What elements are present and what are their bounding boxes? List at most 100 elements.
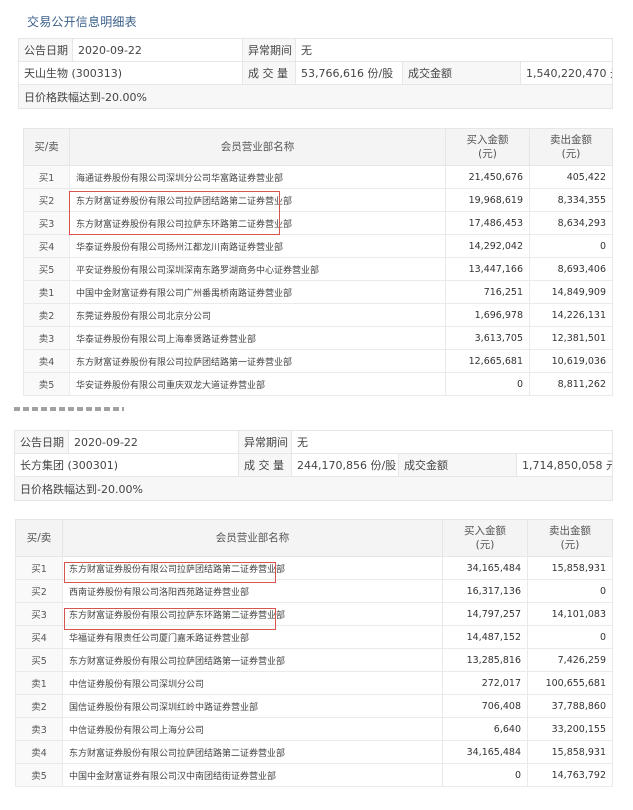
buy-amount-cell: 6,640: [442, 717, 528, 741]
volume-value: 244,170,856 份/股: [291, 453, 399, 477]
side-cell: 买3: [23, 211, 70, 235]
branch-name-cell[interactable]: 华泰证券股份有限公司扬州江都龙川南路证券营业部: [69, 234, 446, 258]
buy-amount-cell: 1,696,978: [445, 303, 530, 327]
sell-amount-cell: 15,858,931: [527, 740, 613, 764]
side-cell: 买3: [15, 602, 63, 626]
sell-amount-cell: 14,101,083: [527, 602, 613, 626]
buy-amount-cell: 14,797,257: [442, 602, 528, 626]
sell-amount-cell: 0: [527, 625, 613, 649]
buy-amount-cell: 716,251: [445, 280, 530, 304]
buy-amount-header: 买入金额 (元): [442, 519, 528, 557]
side-cell: 买1: [23, 165, 70, 189]
branch-name-cell[interactable]: 华福证券有限责任公司厦门嘉禾路证券营业部: [62, 625, 443, 649]
announce-date-value: 2020-09-22: [72, 38, 243, 62]
buy-amount-cell: 13,285,816: [442, 648, 528, 672]
table-row: 买4 华泰证券股份有限公司扬州江都龙川南路证券营业部 14,292,042 0: [23, 234, 613, 258]
buy-amount-cell: 0: [442, 763, 528, 787]
deals-table-2: 买/卖 会员营业部名称 买入金额 (元) 卖出金额 (元) 买1 东方财富证券股份…: [15, 519, 613, 787]
branch-name-cell[interactable]: 东方财富证券股份有限公司拉萨团结路第二证券营业部: [62, 740, 443, 764]
branch-name-cell[interactable]: 国信证券股份有限公司深圳红岭中路证券营业部: [62, 694, 443, 718]
sell-amount-cell: 14,763,792: [527, 763, 613, 787]
buy-amount-cell: 21,450,676: [445, 165, 530, 189]
sell-amount-cell: 12,381,501: [529, 326, 613, 350]
side-cell: 买2: [23, 188, 70, 212]
buy-amount-cell: 14,292,042: [445, 234, 530, 258]
table-row: 买2 西南证券股份有限公司洛阳西苑路证券营业部 16,317,136 0: [15, 579, 613, 603]
sell-amount-cell: 0: [529, 234, 613, 258]
stock-name[interactable]: 长方集团 (300301): [14, 453, 239, 477]
buy-amount-cell: 706,408: [442, 694, 528, 718]
section-divider: [14, 407, 124, 411]
branch-header: 会员营业部名称: [62, 519, 443, 557]
side-cell: 卖3: [15, 717, 63, 741]
branch-name-cell[interactable]: 东方财富证券股份有限公司拉萨东环路第二证券营业部: [62, 602, 443, 626]
side-cell: 卖4: [15, 740, 63, 764]
sell-amount-cell: 7,426,259: [527, 648, 613, 672]
abnormal-period-label: 异常期间: [242, 38, 296, 62]
branch-name-cell[interactable]: 中国中金财富证券有限公司广州番禺桥南路证券营业部: [69, 280, 446, 304]
buy-amount-cell: 14,487,152: [442, 625, 528, 649]
deals-table-1: 买/卖 会员营业部名称 买入金额 (元) 卖出金额 (元) 买1 海通证券股份有限…: [23, 128, 613, 396]
table-row: 卖2 东莞证券股份有限公司北京分公司 1,696,978 14,226,131: [23, 303, 613, 327]
side-cell: 卖4: [23, 349, 70, 373]
table-row: 卖1 中信证券股份有限公司深圳分公司 272,017 100,655,681: [15, 671, 613, 695]
buy-amount-cell: 272,017: [442, 671, 528, 695]
amount-label: 成交金额: [402, 61, 521, 85]
sell-amount-cell: 8,634,293: [529, 211, 613, 235]
branch-name-cell[interactable]: 华安证券股份有限公司重庆双龙大道证券营业部: [69, 372, 446, 396]
stock-name[interactable]: 天山生物 (300313): [18, 61, 243, 85]
branch-name-cell[interactable]: 中信证券股份有限公司深圳分公司: [62, 671, 443, 695]
branch-name-cell[interactable]: 东方财富证券股份有限公司拉萨东环路第二证券营业部: [69, 211, 446, 235]
abnormal-period-value: 无: [294, 38, 614, 62]
page-title: 交易公开信息明细表: [27, 15, 137, 29]
side-cell: 买5: [23, 257, 70, 281]
branch-name-cell[interactable]: 华泰证券股份有限公司上海奉贤路证券营业部: [69, 326, 446, 350]
amount-value: 1,714,850,058 元: [515, 453, 614, 477]
buy-amount-cell: 34,165,484: [442, 556, 528, 580]
buy-amount-cell: 34,165,484: [442, 740, 528, 764]
table-row: 卖3 华泰证券股份有限公司上海奉贤路证券营业部 3,613,705 12,381,50…: [23, 326, 613, 350]
branch-name-cell[interactable]: 东方财富证券股份有限公司拉萨团结路第一证券营业部: [62, 648, 443, 672]
table-row: 卖4 东方财富证券股份有限公司拉萨团结路第二证券营业部 34,165,484 15,8…: [15, 740, 613, 764]
sell-amount-header: 卖出金额 (元): [529, 128, 613, 166]
buy-amount-cell: 13,447,166: [445, 257, 530, 281]
abnormal-period-label: 异常期间: [238, 430, 292, 454]
sell-amount-cell: 8,693,406: [529, 257, 613, 281]
branch-name-cell[interactable]: 中国中金财富证券有限公司汉中南团结街证券营业部: [62, 763, 443, 787]
branch-name-cell[interactable]: 东方财富证券股份有限公司拉萨团结路第二证券营业部: [62, 556, 443, 580]
table-row: 买1 东方财富证券股份有限公司拉萨团结路第二证券营业部 34,165,484 15,8…: [15, 556, 613, 580]
branch-name-cell[interactable]: 东莞证券股份有限公司北京分公司: [69, 303, 446, 327]
table-row: 买5 平安证券股份有限公司深圳深南东路罗湖商务中心证券营业部 13,447,166 8…: [23, 257, 613, 281]
sell-amount-cell: 10,619,036: [529, 349, 613, 373]
side-header: 买/卖: [15, 519, 63, 557]
sell-amount-cell: 37,788,860: [527, 694, 613, 718]
branch-name-cell[interactable]: 东方财富证券股份有限公司拉萨团结路第二证券营业部: [69, 188, 446, 212]
table-row: 买4 华福证券有限责任公司厦门嘉禾路证券营业部 14,487,152 0: [15, 625, 613, 649]
branch-name-cell[interactable]: 平安证券股份有限公司深圳深南东路罗湖商务中心证券营业部: [69, 257, 446, 281]
sell-amount-cell: 8,334,355: [529, 188, 613, 212]
side-cell: 买2: [15, 579, 63, 603]
branch-name-cell[interactable]: 东方财富证券股份有限公司拉萨团结路第一证券营业部: [69, 349, 446, 373]
side-cell: 卖1: [23, 280, 70, 304]
side-cell: 买4: [15, 625, 63, 649]
announce-date-label: 公告日期: [18, 38, 73, 62]
table-row: 卖4 东方财富证券股份有限公司拉萨团结路第一证券营业部 12,665,681 10,6…: [23, 349, 613, 373]
volume-label: 成 交 量: [242, 61, 296, 85]
branch-header: 会员营业部名称: [69, 128, 446, 166]
sell-amount-cell: 0: [527, 579, 613, 603]
branch-name-cell[interactable]: 西南证券股份有限公司洛阳西苑路证券营业部: [62, 579, 443, 603]
price-limit-note: 日价格跌幅达到-20.00%: [17, 84, 614, 109]
buy-amount-cell: 0: [445, 372, 530, 396]
branch-name-cell[interactable]: 中信证券股份有限公司上海分公司: [62, 717, 443, 741]
info-table-1: 公告日期 2020-09-22 异常期间 无 天山生物 (300313) 成 交…: [17, 38, 614, 109]
volume-label: 成 交 量: [238, 453, 292, 477]
table-row: 卖3 中信证券股份有限公司上海分公司 6,640 33,200,155: [15, 717, 613, 741]
side-cell: 卖3: [23, 326, 70, 350]
side-cell: 卖2: [23, 303, 70, 327]
side-header: 买/卖: [23, 128, 70, 166]
sell-amount-cell: 15,858,931: [527, 556, 613, 580]
sell-amount-cell: 100,655,681: [527, 671, 613, 695]
branch-name-cell[interactable]: 海通证券股份有限公司深圳分公司华富路证券营业部: [69, 165, 446, 189]
side-cell: 买5: [15, 648, 63, 672]
buy-amount-cell: 17,486,453: [445, 211, 530, 235]
